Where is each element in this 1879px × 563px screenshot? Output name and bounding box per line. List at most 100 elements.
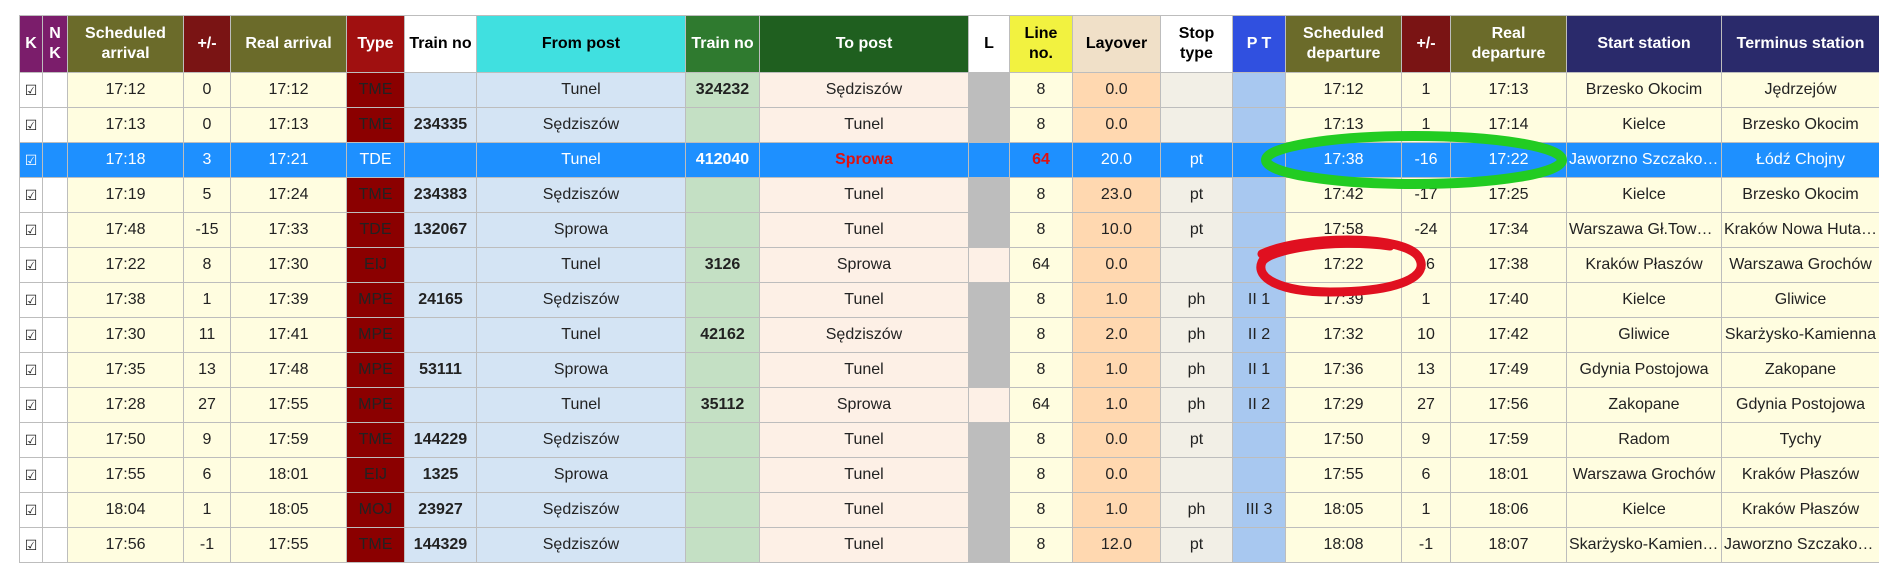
cell-nk[interactable] bbox=[43, 213, 68, 248]
table-row[interactable]: ☑17:12017:12TMETunel324232Sędziszów80.01… bbox=[20, 73, 1879, 108]
col-header-from[interactable]: From post bbox=[477, 16, 686, 73]
cell-nk[interactable] bbox=[43, 248, 68, 283]
cell-real-dep: 17:49 bbox=[1451, 353, 1567, 388]
cell-real-dep: 17:42 bbox=[1451, 318, 1567, 353]
col-header-sch-arr[interactable]: Scheduled arrival bbox=[68, 16, 184, 73]
table-row[interactable]: ☑17:18317:21TDETunel412040Sprowa6420.0pt… bbox=[20, 143, 1879, 178]
col-header-to[interactable]: To post bbox=[760, 16, 969, 73]
cell-layover: 23.0 bbox=[1073, 178, 1161, 213]
cell-nk[interactable] bbox=[43, 353, 68, 388]
cell-real-arr: 17:33 bbox=[231, 213, 347, 248]
cell-k[interactable]: ☑ bbox=[20, 423, 43, 458]
cell-stop: pt bbox=[1161, 143, 1233, 178]
table-row[interactable]: ☑18:04118:05MOJ23927SędziszówTunel81.0ph… bbox=[20, 493, 1879, 528]
col-header-start[interactable]: Start station bbox=[1567, 16, 1722, 73]
table-row[interactable]: ☑17:22817:30EIJTunel3126Sprowa640.017:22… bbox=[20, 248, 1879, 283]
cell-sch-dep: 18:08 bbox=[1286, 528, 1402, 563]
cell-to: Sędziszów bbox=[760, 73, 969, 108]
cell-nk[interactable] bbox=[43, 528, 68, 563]
table-row[interactable]: ☑17:55618:01EIJ1325SprowaTunel80.017:556… bbox=[20, 458, 1879, 493]
cell-to: Tunel bbox=[760, 493, 969, 528]
cell-k[interactable]: ☑ bbox=[20, 493, 43, 528]
cell-sch-arr: 17:50 bbox=[68, 423, 184, 458]
cell-k[interactable]: ☑ bbox=[20, 73, 43, 108]
col-header-stop[interactable]: Stop type bbox=[1161, 16, 1233, 73]
cell-k[interactable]: ☑ bbox=[20, 248, 43, 283]
cell-pt bbox=[1233, 73, 1286, 108]
cell-term: Łódź Chojny bbox=[1722, 143, 1879, 178]
col-header-pt[interactable]: P T bbox=[1233, 16, 1286, 73]
cell-nk[interactable] bbox=[43, 493, 68, 528]
cell-nk[interactable] bbox=[43, 143, 68, 178]
col-header-real-dep[interactable]: Real departure bbox=[1451, 16, 1567, 73]
col-header-sch-dep[interactable]: Scheduled departure bbox=[1286, 16, 1402, 73]
table-row[interactable]: ☑17:13017:13TME234335SędziszówTunel80.01… bbox=[20, 108, 1879, 143]
col-header-term[interactable]: Terminus station bbox=[1722, 16, 1879, 73]
cell-term: Brzesko Okocim bbox=[1722, 178, 1879, 213]
cell-layover: 1.0 bbox=[1073, 388, 1161, 423]
table-body: ☑17:12017:12TMETunel324232Sędziszów80.01… bbox=[20, 73, 1879, 563]
cell-k[interactable]: ☑ bbox=[20, 318, 43, 353]
table-row[interactable]: ☑17:38117:39MPE24165SędziszówTunel81.0ph… bbox=[20, 283, 1879, 318]
cell-k[interactable]: ☑ bbox=[20, 353, 43, 388]
cell-pm-arr: -15 bbox=[184, 213, 231, 248]
cell-train-out bbox=[686, 423, 760, 458]
cell-train-in: 132067 bbox=[405, 213, 477, 248]
cell-l bbox=[969, 353, 1010, 388]
cell-stop: pt bbox=[1161, 178, 1233, 213]
col-header-train-out[interactable]: Train no bbox=[686, 16, 760, 73]
table-row[interactable]: ☑17:351317:48MPE53111SprowaTunel81.0phII… bbox=[20, 353, 1879, 388]
cell-k[interactable]: ☑ bbox=[20, 143, 43, 178]
cell-nk[interactable] bbox=[43, 178, 68, 213]
cell-type: TDE bbox=[347, 143, 405, 178]
cell-pm-arr: 0 bbox=[184, 108, 231, 143]
col-header-l[interactable]: L bbox=[969, 16, 1010, 73]
cell-from: Sędziszów bbox=[477, 108, 686, 143]
cell-k[interactable]: ☑ bbox=[20, 108, 43, 143]
cell-k[interactable]: ☑ bbox=[20, 283, 43, 318]
cell-k[interactable]: ☑ bbox=[20, 178, 43, 213]
cell-start: Kielce bbox=[1567, 283, 1722, 318]
col-header-nk[interactable]: N K bbox=[43, 16, 68, 73]
cell-stop bbox=[1161, 108, 1233, 143]
cell-pm-dep: 1 bbox=[1402, 73, 1451, 108]
cell-nk[interactable] bbox=[43, 458, 68, 493]
col-header-line[interactable]: Line no. bbox=[1010, 16, 1073, 73]
cell-sch-dep: 17:32 bbox=[1286, 318, 1402, 353]
cell-to: Tunel bbox=[760, 458, 969, 493]
col-header-real-arr[interactable]: Real arrival bbox=[231, 16, 347, 73]
cell-nk[interactable] bbox=[43, 108, 68, 143]
table-row[interactable]: ☑17:50917:59TME144229SędziszówTunel80.0p… bbox=[20, 423, 1879, 458]
cell-from: Tunel bbox=[477, 318, 686, 353]
table-row[interactable]: ☑17:282717:55MPETunel35112Sprowa641.0phI… bbox=[20, 388, 1879, 423]
cell-nk[interactable] bbox=[43, 73, 68, 108]
table-row[interactable]: ☑17:301117:41MPETunel42162Sędziszów82.0p… bbox=[20, 318, 1879, 353]
cell-l bbox=[969, 388, 1010, 423]
table-row[interactable]: ☑17:19517:24TME234383SędziszówTunel823.0… bbox=[20, 178, 1879, 213]
cell-layover: 1.0 bbox=[1073, 493, 1161, 528]
cell-nk[interactable] bbox=[43, 423, 68, 458]
col-header-pm-dep[interactable]: +/- bbox=[1402, 16, 1451, 73]
cell-nk[interactable] bbox=[43, 283, 68, 318]
cell-nk[interactable] bbox=[43, 318, 68, 353]
col-header-train-in[interactable]: Train no bbox=[405, 16, 477, 73]
cell-k[interactable]: ☑ bbox=[20, 528, 43, 563]
cell-real-dep: 17:40 bbox=[1451, 283, 1567, 318]
col-header-type[interactable]: Type bbox=[347, 16, 405, 73]
cell-pm-dep: 1 bbox=[1402, 493, 1451, 528]
cell-term: Gliwice bbox=[1722, 283, 1879, 318]
cell-stop bbox=[1161, 458, 1233, 493]
cell-line: 8 bbox=[1010, 423, 1073, 458]
cell-k[interactable]: ☑ bbox=[20, 213, 43, 248]
table-row[interactable]: ☑17:56-117:55TME144329SędziszówTunel812.… bbox=[20, 528, 1879, 563]
cell-pt: II 1 bbox=[1233, 283, 1286, 318]
col-header-layover[interactable]: Layover bbox=[1073, 16, 1161, 73]
cell-train-in: 24165 bbox=[405, 283, 477, 318]
cell-k[interactable]: ☑ bbox=[20, 388, 43, 423]
table-row[interactable]: ☑17:48-1517:33TDE132067SprowaTunel810.0p… bbox=[20, 213, 1879, 248]
cell-from: Sędziszów bbox=[477, 423, 686, 458]
col-header-pm-arr[interactable]: +/- bbox=[184, 16, 231, 73]
col-header-k[interactable]: K bbox=[20, 16, 43, 73]
cell-nk[interactable] bbox=[43, 388, 68, 423]
cell-k[interactable]: ☑ bbox=[20, 458, 43, 493]
